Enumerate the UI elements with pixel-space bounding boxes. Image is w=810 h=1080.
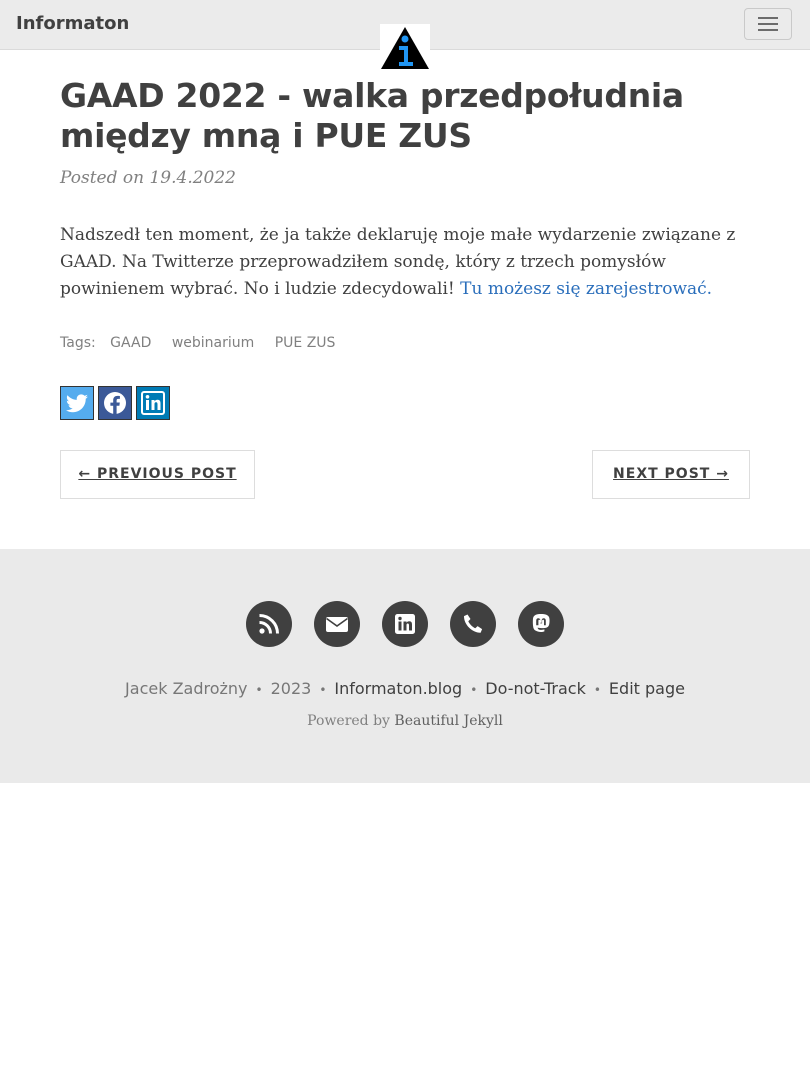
previous-post-button[interactable]: ← PREVIOUS POST	[60, 450, 255, 499]
beautiful-jekyll-link[interactable]: Beautiful Jekyll	[394, 713, 502, 729]
rss-link[interactable]	[246, 601, 292, 647]
separator-dot: •	[593, 683, 601, 697]
linkedin-link[interactable]	[382, 601, 428, 647]
tag-webinarium[interactable]: webinarium	[172, 335, 254, 351]
tags-label: Tags:	[60, 335, 96, 351]
next-post-button[interactable]: NEXT POST →	[592, 450, 750, 499]
email-icon	[326, 617, 348, 632]
register-link[interactable]: Tu możesz się zarejestrować.	[460, 279, 712, 299]
rss-icon	[259, 614, 279, 634]
phone-link[interactable]	[450, 601, 496, 647]
do-not-track-link[interactable]: Do-not-Track	[485, 679, 586, 698]
separator-dot: •	[470, 683, 478, 697]
site-link[interactable]: Informaton.blog	[334, 679, 462, 698]
powered-by: Powered by Beautiful Jekyll	[0, 713, 810, 729]
tag-gaad[interactable]: GAAD	[110, 335, 151, 351]
twitter-share-button[interactable]	[60, 386, 94, 420]
separator-dot: •	[319, 683, 327, 697]
separator-dot: •	[255, 683, 263, 697]
email-link[interactable]	[314, 601, 360, 647]
author-name: Jacek Zadrożny	[125, 679, 248, 698]
copyright-line: Jacek Zadrożny • 2023 • Informaton.blog • Do-n…	[0, 679, 810, 698]
linkedin-icon	[141, 391, 165, 415]
facebook-share-button[interactable]	[98, 386, 132, 420]
mastodon-link[interactable]	[518, 601, 564, 647]
menu-toggle-button[interactable]	[744, 8, 792, 40]
copyright-year: 2023	[270, 679, 312, 698]
hamburger-icon	[758, 17, 778, 19]
edit-page-link[interactable]: Edit page	[609, 679, 685, 698]
facebook-icon	[104, 392, 126, 414]
post-title: GAAD 2022 - walka przedpołudnia między m…	[60, 76, 684, 155]
share-buttons	[60, 386, 174, 420]
linkedin-icon	[395, 614, 415, 634]
tag-pue-zus[interactable]: PUE ZUS	[275, 335, 336, 351]
post: GAAD 2022 - walka przedpołudnia między m…	[60, 76, 750, 320]
mastodon-icon	[532, 614, 550, 632]
footer: Jacek Zadrożny • 2023 • Informaton.blog • Do-n…	[0, 549, 810, 783]
site-brand[interactable]: Informaton	[16, 13, 129, 34]
twitter-icon	[66, 394, 88, 413]
post-meta: Posted on 19.4.2022	[60, 168, 236, 188]
info-logo-icon[interactable]	[380, 24, 430, 70]
phone-icon	[463, 614, 483, 633]
hamburger-icon-line	[758, 29, 778, 31]
tag-list: Tags: GAAD webinarium PUE ZUS	[60, 335, 351, 351]
post-body: Nadszedł ten moment, że ja także deklaru…	[60, 222, 740, 303]
hamburger-icon-line	[758, 23, 778, 25]
linkedin-share-button[interactable]	[136, 386, 170, 420]
powered-by-prefix: Powered by	[307, 713, 390, 729]
